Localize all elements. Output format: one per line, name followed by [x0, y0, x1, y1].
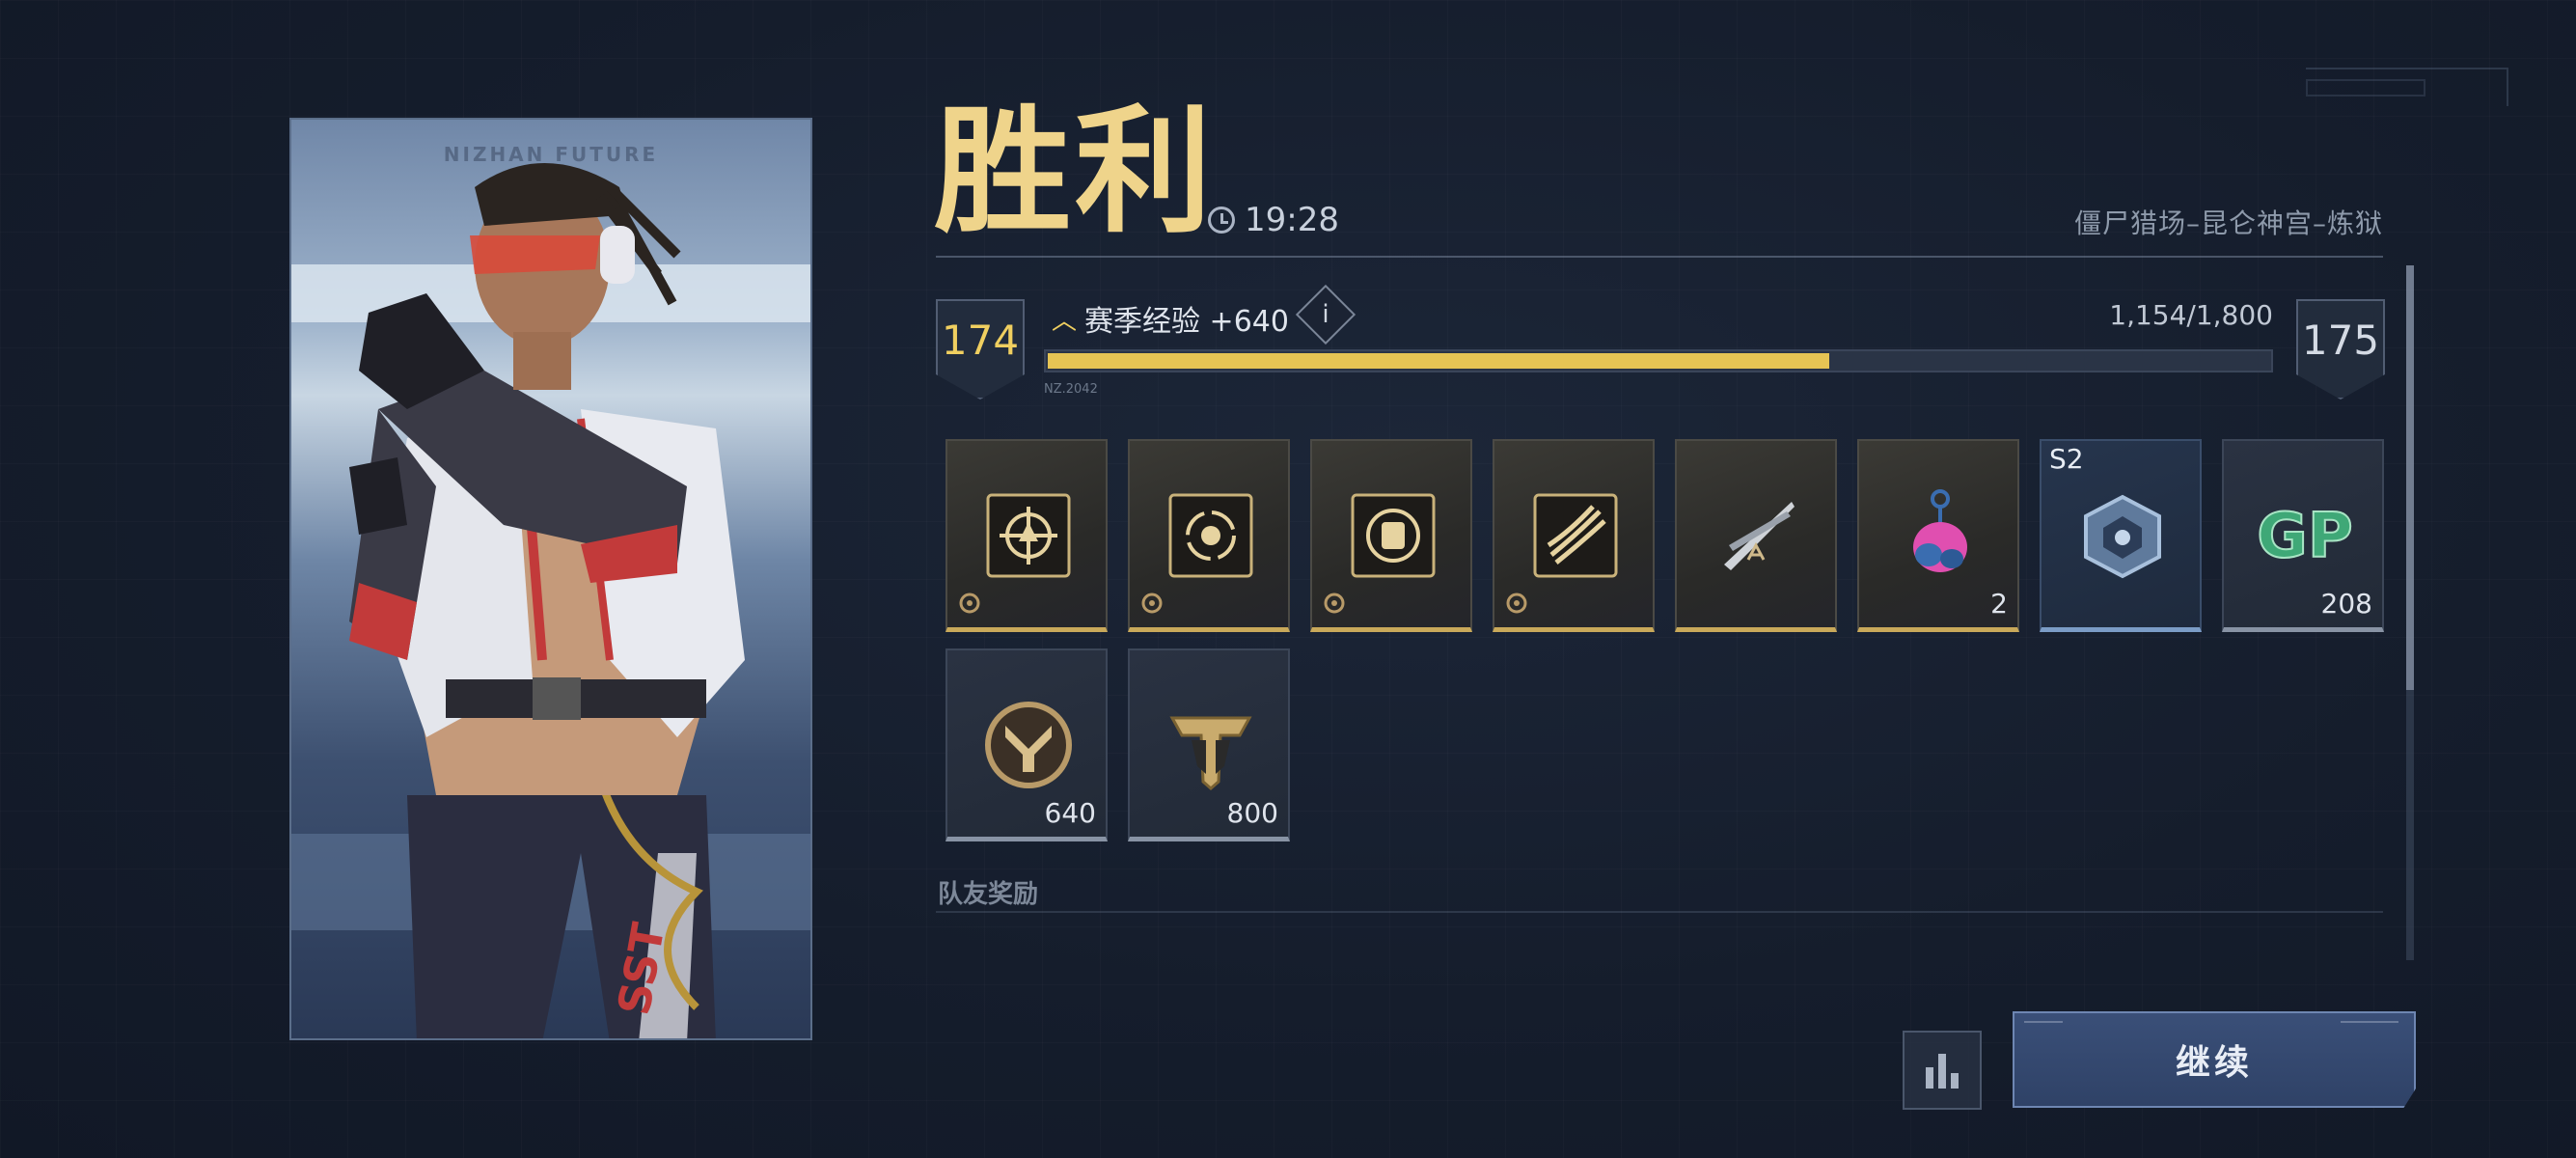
team-rewards-label: 队友奖励	[938, 880, 1039, 909]
match-time-value: 19:28	[1245, 201, 1339, 239]
talent-corner-icon	[1324, 593, 1345, 614]
bar-chart-icon-bar	[1938, 1054, 1946, 1089]
match-time: 19:28	[1208, 201, 1339, 239]
chevron-up-icon: ︿	[1052, 306, 1078, 336]
cycle-talent-icon	[1168, 493, 1253, 578]
talent-corner-icon	[1141, 593, 1163, 614]
character-portrait: NIZHAN FUTURE SST	[289, 118, 812, 1040]
s2-crate-icon	[2084, 494, 2161, 579]
reward-item[interactable]	[1310, 439, 1472, 632]
info-icon: i	[1322, 300, 1329, 329]
reward-item[interactable]: GP 208	[2222, 439, 2384, 632]
fist-talent-icon	[1351, 493, 1436, 578]
reward-item[interactable]: 2	[1857, 439, 2019, 632]
talent-corner-icon	[1506, 593, 1527, 614]
clock-icon	[1208, 207, 1235, 234]
reward-item[interactable]: 640	[945, 648, 1108, 841]
reward-item[interactable]	[1128, 439, 1290, 632]
button-deco	[2024, 1021, 2063, 1027]
xp-gain-text: 赛季经验 +640	[1084, 305, 1289, 339]
reward-item[interactable]: 800	[1128, 648, 1290, 841]
game-mode-label: 僵尸猎场–昆仑神宫–炼狱	[2073, 207, 2383, 239]
xp-count: 1,154/1,800	[2109, 299, 2273, 331]
xp-bar-tag: NZ.2042	[1044, 382, 1098, 397]
continue-button[interactable]: 继续	[2013, 1011, 2416, 1108]
reward-count: 800	[1226, 797, 1278, 829]
reward-item[interactable]	[1675, 439, 1837, 632]
xp-progress-bar	[1044, 349, 2273, 372]
continue-label: 继续	[2175, 1043, 2253, 1083]
reward-count: 208	[2320, 588, 2372, 620]
t-emblem-icon	[1169, 716, 1252, 790]
team-divider	[936, 911, 2383, 913]
result-title: 胜利	[934, 93, 1216, 252]
claw-talent-icon	[1533, 493, 1618, 578]
reward-item[interactable]	[945, 439, 1108, 632]
stats-button[interactable]	[1903, 1031, 1982, 1110]
character-figure: SST	[291, 163, 810, 1038]
season-label: S2	[2049, 443, 2084, 475]
pink-charm-icon	[1913, 489, 1967, 572]
reward-item[interactable]: S2	[2040, 439, 2202, 632]
reward-count: 640	[1044, 797, 1096, 829]
talent-corner-icon	[959, 593, 980, 614]
xp-progress-fill	[1048, 353, 1830, 369]
bar-chart-icon	[1926, 1067, 1933, 1089]
reward-item[interactable]	[1493, 439, 1655, 632]
crosshair-talent-icon	[986, 493, 1071, 578]
bar-chart-icon-bar	[1951, 1073, 1959, 1089]
dual-blade-weapon-icon	[1724, 502, 1795, 570]
svg-text:GP: GP	[2257, 501, 2352, 572]
corner-decoration	[2306, 68, 2508, 106]
rewards-scrollbar[interactable]	[2406, 265, 2414, 960]
button-deco	[2341, 1021, 2398, 1027]
xp-gain-label: ︿ 赛季经验 +640	[1052, 297, 1289, 340]
scrollbar-thumb[interactable]	[2406, 265, 2414, 690]
header-divider	[936, 256, 2383, 258]
gp-currency-icon: GP	[2257, 500, 2353, 573]
y-coin-icon	[985, 702, 1072, 788]
reward-count: 2	[1990, 588, 2008, 620]
